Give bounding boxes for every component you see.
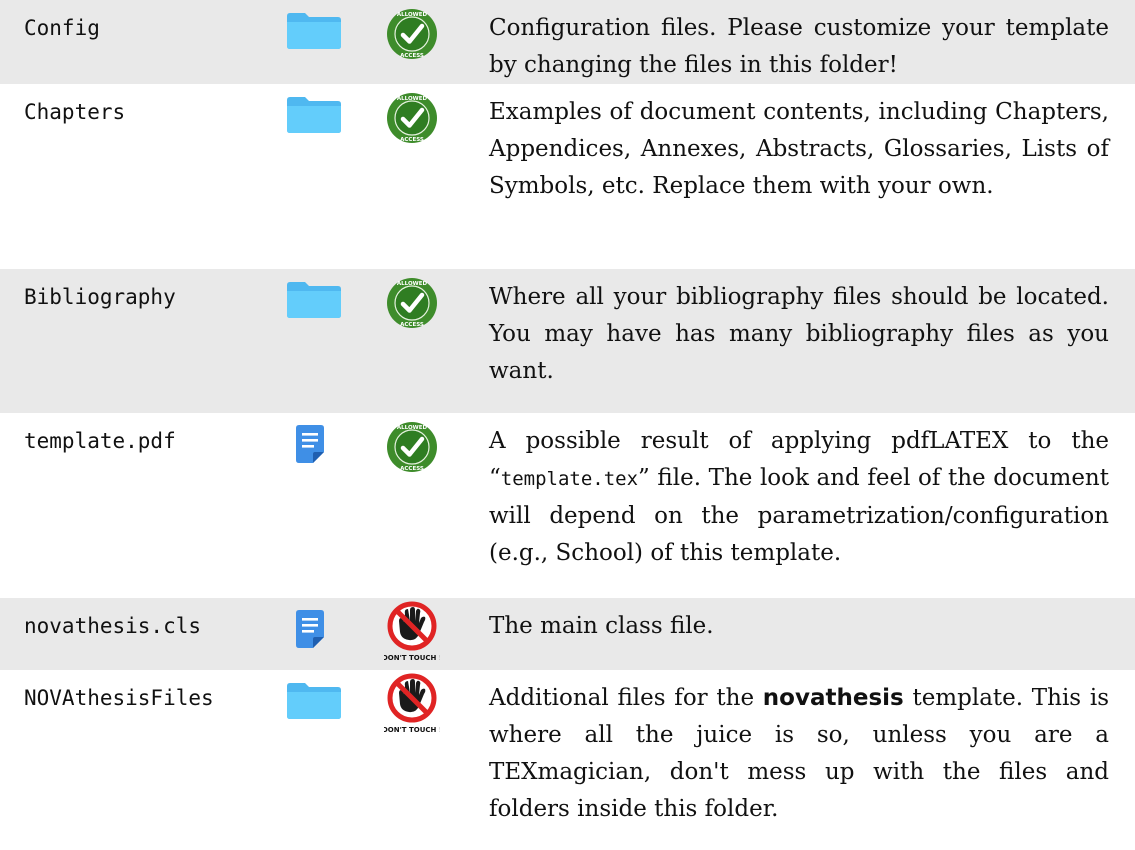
allowed-access-icon <box>386 92 438 144</box>
document-icon <box>296 610 324 648</box>
description-code: template.tex <box>500 468 639 490</box>
file-name: template.pdf <box>24 429 176 453</box>
file-name: NOVAthesisFiles <box>24 686 214 710</box>
description-text: Additional files for the <box>489 685 763 711</box>
file-name: novathesis.cls <box>24 614 202 638</box>
table-row: novathesis.cls The main class file. <box>0 598 1135 670</box>
file-description: Additional files for the novathesis temp… <box>489 680 1109 828</box>
file-description: The main class file. <box>489 613 714 639</box>
table-row: template.pdf A possible result of applyi… <box>0 413 1135 598</box>
file-table: Config Configuration files. Please custo… <box>0 0 1135 850</box>
file-description: Configuration files. Please customize yo… <box>489 15 1109 78</box>
novathesis-wordmark: novathesis <box>762 685 904 711</box>
dont-touch-icon <box>384 673 440 735</box>
table-row: NOVAthesisFiles Additional files for the… <box>0 670 1135 850</box>
file-name: Config <box>24 16 100 40</box>
allowed-access-icon <box>386 277 438 329</box>
folder-icon <box>287 97 341 133</box>
folder-icon <box>287 13 341 49</box>
file-description: Where all your bibliography files should… <box>489 284 1109 384</box>
file-name: Chapters <box>24 100 126 124</box>
file-description: Examples of document contents, including… <box>489 99 1109 199</box>
document-icon <box>296 425 324 463</box>
table-row: Chapters Examples of document contents, … <box>0 84 1135 269</box>
folder-icon <box>287 282 341 318</box>
dont-touch-icon <box>384 601 440 663</box>
file-name: Bibliography <box>24 285 176 309</box>
file-description: A possible result of applying pdfLATEX t… <box>489 423 1109 572</box>
table-row: Bibliography Where all your bibliography… <box>0 269 1135 413</box>
allowed-access-icon <box>386 421 438 473</box>
folder-icon <box>287 683 341 719</box>
table-row: Config Configuration files. Please custo… <box>0 0 1135 84</box>
allowed-access-icon <box>386 8 438 60</box>
